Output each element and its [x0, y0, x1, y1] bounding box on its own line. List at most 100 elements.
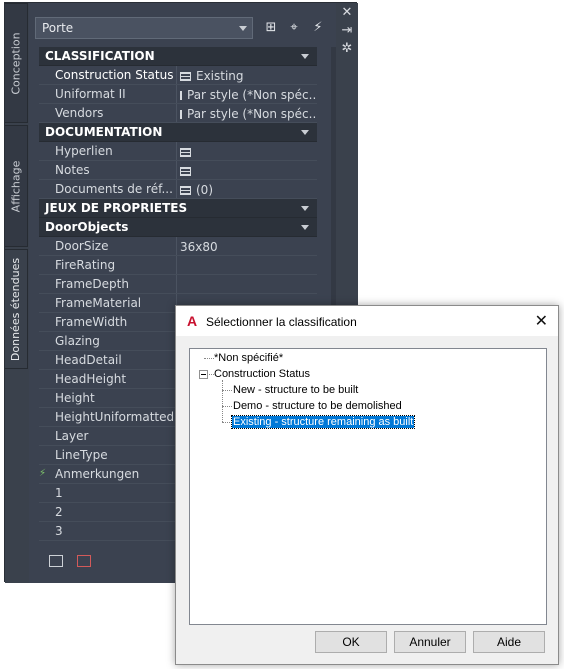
remove-property-set-icon[interactable]	[76, 555, 91, 567]
add-property-set-icon[interactable]	[49, 555, 63, 567]
property-name: Layer	[39, 427, 177, 445]
table-icon[interactable]	[180, 71, 191, 81]
property-row[interactable]: FrameDepth	[39, 275, 317, 294]
auto-hide-icon[interactable]: ⇥	[336, 23, 358, 41]
tree-node-label: Construction Status	[214, 368, 310, 380]
section-header[interactable]: CLASSIFICATION	[39, 47, 317, 66]
property-value[interactable]: (0)	[177, 180, 317, 198]
property-name: FireRating	[39, 256, 177, 274]
section-title: CLASSIFICATION	[45, 49, 155, 63]
tree-node-new[interactable]: New - structure to be built	[233, 383, 358, 398]
add-style-icon[interactable]: ⊞	[262, 19, 280, 37]
dialog-title: Sélectionner la classification	[206, 315, 357, 329]
tree-node-non-specifie[interactable]: *Non spécifié*	[214, 351, 283, 366]
property-value[interactable]	[177, 275, 317, 293]
table-icon[interactable]	[180, 147, 191, 157]
property-name: Documents de réf...	[39, 180, 177, 198]
property-name: Hyperlien	[39, 142, 177, 160]
tab-affichage[interactable]: Affichage	[5, 125, 28, 247]
property-row[interactable]: Construction Status Existing	[39, 66, 317, 85]
property-value[interactable]	[177, 256, 317, 274]
property-value-text: Par style (*Non spéc...	[187, 88, 317, 102]
bottom-toolbar	[49, 555, 101, 570]
tree-node-label: New - structure to be built	[233, 384, 359, 396]
property-value[interactable]: Par style (*Non spéc...	[177, 104, 317, 122]
table-icon[interactable]	[180, 109, 182, 119]
property-name: Glazing	[39, 332, 177, 350]
property-value[interactable]: Par style (*Non spéc...	[177, 85, 317, 103]
chevron-down-icon	[301, 54, 309, 59]
formula-property-icon: ⚡	[39, 468, 47, 479]
chevron-down-icon	[239, 26, 247, 31]
tree-node-label: Demo - structure to be demolished	[233, 400, 402, 412]
property-value-text: Existing	[196, 69, 244, 83]
property-row[interactable]: Hyperlien	[39, 142, 317, 161]
classification-tree[interactable]: *Non spécifié* Construction Status New -…	[189, 348, 547, 625]
property-name: Uniformat II	[39, 85, 177, 103]
property-name: 1	[39, 484, 177, 502]
section-title: DoorObjects	[45, 220, 129, 234]
property-name: FrameDepth	[39, 275, 177, 293]
tree-node-label: Existing - structure remaining as built	[230, 415, 416, 429]
property-row[interactable]: Documents de réf... (0)	[39, 180, 317, 199]
property-value-text: Par style (*Non spéc...	[187, 107, 317, 121]
property-value-text: 36x80	[180, 240, 218, 254]
tree-node-demo[interactable]: Demo - structure to be demolished	[233, 399, 402, 414]
quick-select-icon[interactable]: ⚡	[309, 19, 327, 37]
close-icon[interactable]: ✕	[336, 5, 358, 23]
palette-side-tabs: Conception Affichage Données étendues	[5, 3, 29, 583]
property-name: Notes	[39, 161, 177, 179]
property-name: FrameWidth	[39, 313, 177, 331]
table-icon[interactable]	[180, 166, 191, 176]
property-name: HeadHeight	[39, 370, 177, 388]
property-name: Height	[39, 389, 177, 407]
property-name: LineType	[39, 446, 177, 464]
section-title: DOCUMENTATION	[45, 125, 163, 139]
section-header[interactable]: JEUX DE PROPRIETES	[39, 199, 317, 218]
ok-button[interactable]: OK	[315, 631, 387, 653]
properties-icon[interactable]: ✲	[336, 41, 358, 59]
style-dropdown-value: Porte	[42, 21, 74, 35]
tab-conception[interactable]: Conception	[5, 3, 28, 123]
property-row[interactable]: Uniformat II Par style (*Non spéc...	[39, 85, 317, 104]
cancel-button[interactable]: Annuler	[394, 631, 466, 653]
table-icon[interactable]	[180, 185, 191, 195]
property-name: HeightUniformatted	[39, 408, 177, 426]
classification-dialog: A Sélectionner la classification ✕ *Non …	[175, 305, 559, 665]
property-value[interactable]: Existing	[177, 66, 317, 84]
tab-donnees-etendues[interactable]: Données étendues	[5, 249, 28, 369]
property-row[interactable]: FireRating	[39, 256, 317, 275]
chevron-down-icon	[301, 206, 309, 211]
property-name: Construction Status	[39, 66, 177, 84]
property-value[interactable]: 36x80	[177, 237, 317, 255]
table-icon[interactable]	[180, 90, 182, 100]
property-row[interactable]: DoorSize 36x80	[39, 237, 317, 256]
property-name: Anmerkungen	[39, 465, 177, 483]
section-header[interactable]: DOCUMENTATION	[39, 123, 317, 142]
property-name: 2	[39, 503, 177, 521]
help-button[interactable]: Aide	[473, 631, 545, 653]
tab-donnees-etendues-label: Données étendues	[9, 257, 23, 361]
style-dropdown[interactable]: Porte	[35, 17, 253, 39]
select-objects-icon[interactable]: ⌖	[285, 19, 303, 37]
tab-affichage-label: Affichage	[9, 160, 23, 212]
property-row[interactable]: Notes	[39, 161, 317, 180]
collapse-icon[interactable]	[199, 370, 208, 379]
property-name: 3	[39, 522, 177, 540]
property-value-text: (0)	[196, 183, 213, 197]
section-title: JEUX DE PROPRIETES	[45, 201, 188, 215]
property-name: Vendors	[39, 104, 177, 122]
tree-node-construction-status[interactable]: Construction Status	[214, 367, 310, 382]
property-name: FrameMaterial	[39, 294, 177, 312]
close-icon[interactable]: ✕	[535, 311, 548, 331]
property-name: HeadDetail	[39, 351, 177, 369]
section-header[interactable]: DoorObjects	[39, 218, 317, 237]
chevron-down-icon	[301, 225, 309, 230]
property-value[interactable]	[177, 161, 317, 179]
property-value[interactable]	[177, 142, 317, 160]
chevron-down-icon	[301, 130, 309, 135]
property-name: DoorSize	[39, 237, 177, 255]
autocad-logo-icon: A	[187, 313, 198, 329]
tree-node-existing[interactable]: Existing - structure remaining as built	[230, 415, 416, 430]
property-row[interactable]: Vendors Par style (*Non spéc...	[39, 104, 317, 123]
